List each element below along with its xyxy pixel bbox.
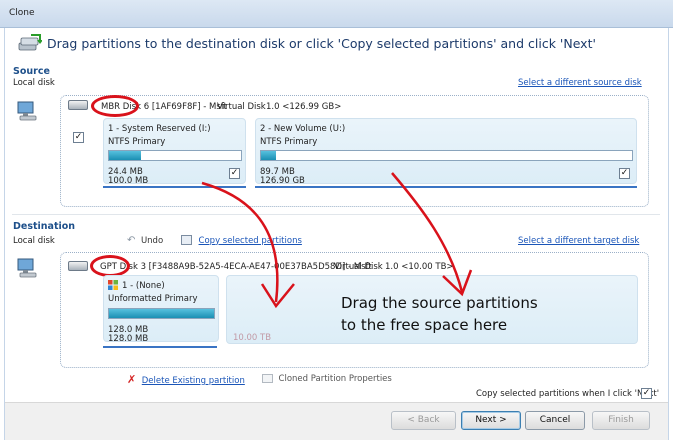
properties-icon xyxy=(262,374,273,383)
cloned-partition-properties-label: Cloned Partition Properties xyxy=(278,374,392,384)
back-button[interactable]: < Back xyxy=(391,411,456,430)
next-button[interactable]: Next > xyxy=(461,411,521,430)
annotation-arrow-right xyxy=(391,172,464,293)
annotation-arrow-left xyxy=(201,181,279,303)
auto-copy-label: Copy selected partitions when I click 'N… xyxy=(476,389,660,399)
cloned-partition-properties-button[interactable]: Cloned Partition Properties xyxy=(262,374,392,384)
delete-existing-partition-link[interactable]: Delete Existing partition xyxy=(142,376,245,386)
cancel-button[interactable]: Cancel xyxy=(525,411,585,430)
finish-button[interactable]: Finish xyxy=(592,411,650,430)
delete-x-icon: ✗ xyxy=(127,373,137,386)
auto-copy-checkbox[interactable]: ✓ xyxy=(641,388,652,399)
delete-existing-partition-button[interactable]: ✗ Delete Existing partition xyxy=(127,373,245,386)
